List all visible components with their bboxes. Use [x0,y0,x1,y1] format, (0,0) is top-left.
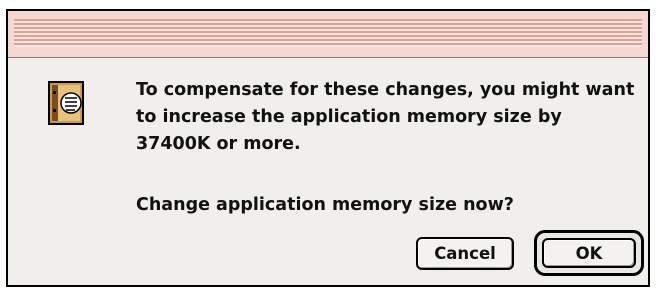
alert-dialog: To compensate for these changes, you mig… [6,9,650,287]
default-button-ring: OK [534,230,644,276]
dialog-message: To compensate for these changes, you mig… [136,80,635,154]
ok-button[interactable]: OK [542,238,636,268]
title-bar-stripes [14,19,642,47]
dialog-title-bar[interactable] [8,11,648,58]
cancel-button[interactable]: Cancel [416,237,514,270]
note-icon [48,81,84,125]
dialog-question: Change application memory size now? [136,195,514,215]
